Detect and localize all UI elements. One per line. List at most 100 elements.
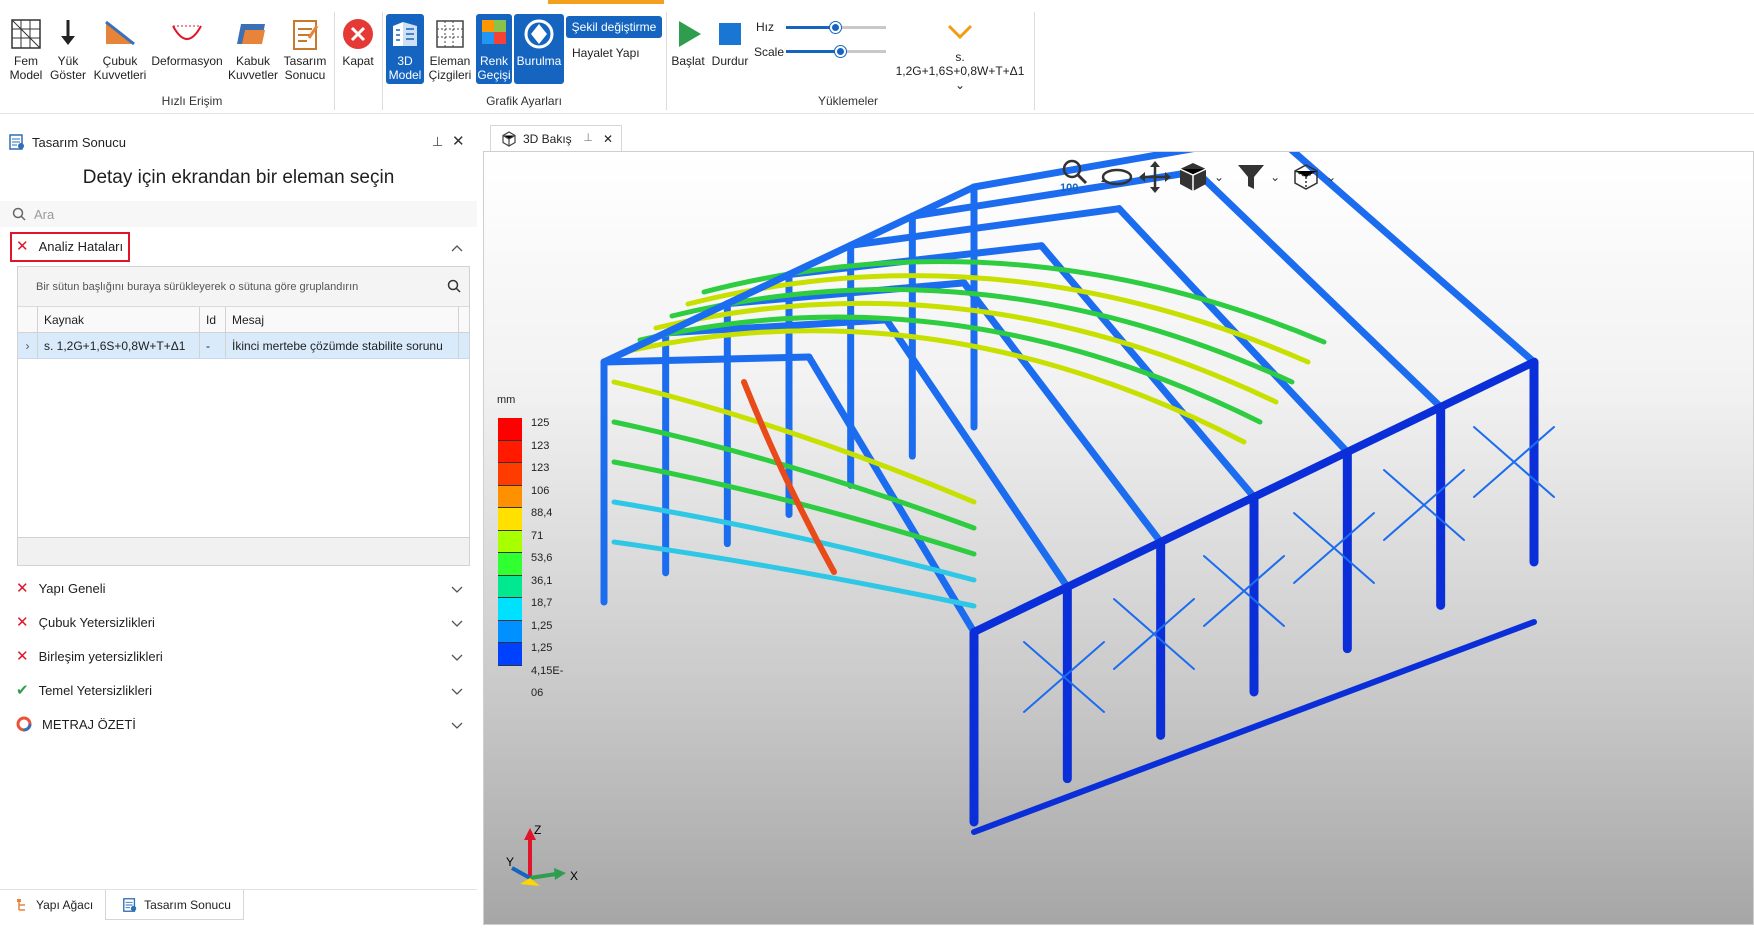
- x-axis-label: X: [570, 869, 578, 883]
- color-legend: mm 125 123 123 106 88,4 71 53,6 36,1 18,7 1,25 1,2…: [497, 394, 563, 699]
- grid-footer: [18, 537, 469, 565]
- close-button[interactable]: Kapat: [338, 16, 378, 68]
- grid-search-icon[interactable]: [447, 279, 461, 293]
- zoom-button[interactable]: 100: [1060, 158, 1096, 196]
- panel-close-icon[interactable]: ✕: [452, 132, 465, 150]
- column-header-message[interactable]: Mesaj: [226, 307, 459, 332]
- pin-icon[interactable]: ⊥: [432, 134, 443, 150]
- scale-slider-thumb[interactable]: [835, 46, 846, 57]
- start-button[interactable]: Başlat: [668, 16, 708, 68]
- small-chevron-down-icon: ⌄: [954, 78, 966, 92]
- rafter[interactable]: [600, 353, 813, 366]
- element-lines-toggle[interactable]: Eleman Çizgileri: [428, 16, 472, 82]
- errors-grid: Bir sütun başlığını buraya sürükleyerek …: [17, 266, 470, 566]
- pan-icon[interactable]: [1138, 160, 1172, 194]
- ghost-structure-toggle[interactable]: Hayalet Yapı: [572, 46, 640, 60]
- element-lines-icon: [436, 20, 464, 48]
- highlight-box: [10, 232, 130, 262]
- ribbon-separator: [666, 12, 667, 110]
- z-axis-label: Z: [534, 823, 541, 837]
- quantity-summary-section[interactable]: METRAJ ÖZETİ: [0, 707, 477, 741]
- 3d-viewport[interactable]: [483, 151, 1754, 925]
- tab-structure-tree[interactable]: Yapı Ağacı: [0, 890, 105, 920]
- view-cube-icon[interactable]: [1176, 160, 1210, 194]
- row-message: İkinci mertebe çözümde stabilite sorunu: [226, 333, 459, 358]
- chevron-down-icon: [451, 616, 463, 631]
- chevron-down-icon[interactable]: ⌄: [1326, 170, 1336, 184]
- speed-slider-thumb[interactable]: [830, 22, 841, 33]
- search-input[interactable]: Ara: [0, 201, 477, 227]
- table-row[interactable]: › s. 1,2G+1,6S+0,8W+T+Δ1 - İkinci merteb…: [18, 333, 469, 359]
- speed-slider[interactable]: [786, 22, 886, 34]
- legend-swatch: [498, 643, 522, 666]
- tab-label: Yapı Ağacı: [36, 898, 94, 912]
- view-toolbar: 100 ⌄ ⌄ ⌄: [1060, 158, 1336, 196]
- fem-model-label: Fem Model: [9, 54, 43, 82]
- design-result-button[interactable]: Tasarım Sonucu: [282, 16, 328, 82]
- deformation-button[interactable]: Deformasyon: [150, 16, 224, 68]
- foundation-inadequacies-section[interactable]: ✔ Temel Yetersizlikleri: [0, 673, 477, 707]
- chevron-down-icon[interactable]: ⌄: [1270, 170, 1280, 184]
- panel-doc-icon: [123, 897, 137, 912]
- grid-header-expander: [18, 307, 38, 332]
- load-combination-value: 1,2G+1,6S+0,8W+T+Δ1 ⌄: [890, 64, 1030, 92]
- row-expand-icon[interactable]: ›: [18, 333, 38, 358]
- load-combination-dropdown[interactable]: s. 1,2G+1,6S+0,8W+T+Δ1 ⌄: [890, 16, 1030, 92]
- tab-close-icon[interactable]: ✕: [603, 132, 613, 146]
- legend-value: 123: [531, 462, 550, 474]
- structure-model[interactable]: [484, 152, 1754, 925]
- tab-3d-view[interactable]: 3D Bakış ⊥ ✕: [490, 125, 622, 151]
- show-load-label: Yük Göster: [49, 54, 86, 82]
- legend-bar: [498, 418, 522, 666]
- panel-header: Tasarım Sonucu ⊥ ✕: [0, 127, 477, 157]
- member-forces-label: Çubuk Kuvvetleri: [93, 54, 147, 82]
- legend-swatch: [498, 485, 522, 508]
- shape-change-toggle[interactable]: Şekil değiştirme: [566, 16, 662, 38]
- column-header-id[interactable]: Id: [200, 307, 226, 332]
- shell-forces-icon: [237, 24, 265, 44]
- general-structure-section[interactable]: ✕ Yapı Geneli: [0, 571, 477, 605]
- x-axis-arrow: [529, 872, 557, 880]
- section-label: Temel Yetersizlikleri: [38, 682, 153, 698]
- scale-label: Scale: [754, 45, 785, 59]
- panel-doc-icon: [9, 134, 24, 150]
- 3d-model-icon: [393, 22, 417, 46]
- shell-forces-button[interactable]: Kabuk Kuvvetler: [226, 16, 280, 82]
- 3d-model-toggle[interactable]: 3D Model: [386, 14, 424, 84]
- stop-button[interactable]: Durdur: [710, 16, 750, 68]
- legend-value: 1,25: [531, 619, 553, 632]
- axes-view-icon[interactable]: [1290, 161, 1322, 193]
- ribbon-separator: [1034, 12, 1035, 110]
- torsion-icon: [524, 19, 554, 49]
- loads-group-label: Yüklemeler: [817, 94, 879, 108]
- torsion-toggle[interactable]: Burulma: [514, 14, 564, 84]
- column-header-source[interactable]: Kaynak: [38, 307, 200, 332]
- fem-model-button[interactable]: Fem Model: [6, 16, 46, 82]
- rafter[interactable]: [1193, 168, 1445, 411]
- grid-group-panel[interactable]: Bir sütun başlığını buraya sürükleyerek …: [18, 267, 469, 307]
- fem-model-icon: [11, 19, 41, 49]
- color-gradient-toggle[interactable]: Renk Geçişi: [476, 14, 512, 84]
- load-combination-text: 1,2G+1,6S+0,8W+T+Δ1: [895, 64, 1025, 78]
- member-inadequacies-section[interactable]: ✕ Çubuk Yetersizlikleri: [0, 605, 477, 639]
- show-load-button[interactable]: Yük Göster: [48, 16, 88, 82]
- close-circle-icon: [343, 19, 373, 49]
- zoom-level: 100: [1060, 182, 1079, 194]
- legend-swatch: [498, 598, 522, 621]
- legend-value: 88,4: [531, 507, 553, 519]
- chevron-up-icon: [451, 240, 463, 255]
- panel-title: Tasarım Sonucu: [32, 134, 126, 150]
- member-forces-button[interactable]: Çubuk Kuvvetleri: [92, 16, 148, 82]
- pin-icon[interactable]: ⊥: [583, 131, 593, 144]
- filter-icon[interactable]: [1236, 162, 1266, 192]
- legend-swatch: [498, 530, 522, 553]
- speed-label: Hız: [756, 20, 774, 34]
- legend-labels: 125 123 123 106 88,4 71 53,6 36,1 18,7 1,25 1,25 4,…: [531, 412, 563, 699]
- tab-design-result[interactable]: Tasarım Sonucu: [105, 890, 244, 920]
- ribbon-separator: [382, 12, 383, 110]
- scale-slider[interactable]: [786, 46, 886, 58]
- legend-value: 125: [531, 417, 550, 429]
- connection-inadequacies-section[interactable]: ✕ Birleşim yetersizlikleri: [0, 639, 477, 673]
- rotate-icon[interactable]: [1100, 162, 1134, 192]
- chevron-down-icon[interactable]: ⌄: [1214, 170, 1224, 184]
